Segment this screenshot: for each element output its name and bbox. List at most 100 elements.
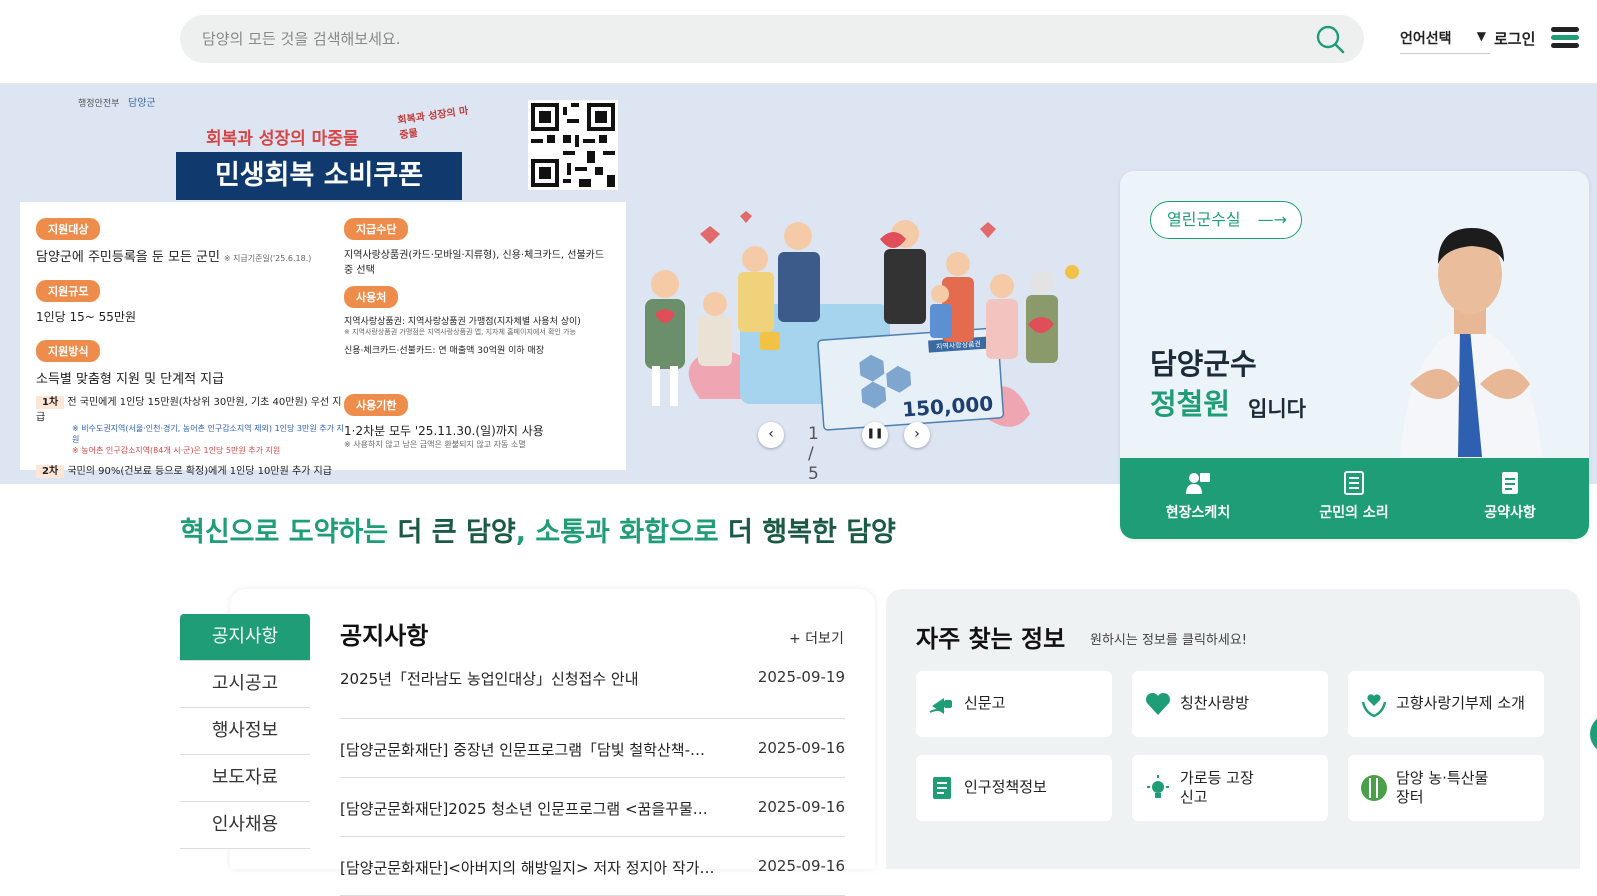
- quick-link-label: 신문고: [964, 694, 1006, 713]
- ministry-logo: 행정안전부: [78, 99, 120, 109]
- round1-text: 전 국민에게 1인당 15만원(차상위 30만원, 기초 40만원) 우선 지급: [36, 397, 342, 423]
- scale-text: 1인당 15~ 55만원: [36, 310, 137, 324]
- slider-pause-button[interactable]: ❚❚: [862, 422, 888, 448]
- tab-notices[interactable]: 공지사항: [180, 614, 310, 661]
- language-select-label: 언어선택: [1400, 31, 1452, 47]
- list-item[interactable]: [담양군문화재단] 중장년 인문프로그램「담빛 철학산책-… 2025-09-16: [340, 719, 845, 778]
- period-text: 1·2차분 모두 '25.11.30.(일)까지 사용: [344, 424, 544, 438]
- target-note: ※ 지급기준일('25.6.18.): [223, 254, 312, 263]
- quick-link-hometown-donation[interactable]: 고향사랑기부제 소개: [1348, 671, 1544, 737]
- poster-slogan: 회복과 성장의 마중물: [206, 129, 359, 149]
- tab-recruitment[interactable]: 인사채용: [180, 802, 310, 849]
- slogan-part4: 더 행복한 담양: [728, 517, 896, 548]
- county-logo: 담양군: [128, 98, 156, 109]
- slogan-part1: 혁신으로 도약하는: [180, 517, 398, 548]
- search-icon[interactable]: [1314, 23, 1346, 55]
- tab-announcements[interactable]: 고시공고: [180, 661, 310, 708]
- chip-scale: 지원규모: [36, 280, 101, 302]
- round2-text: 국민의 90%(건보료 등으로 확정)에게 1인당 10만원 추가 지급: [67, 466, 332, 477]
- chip-means: 지급수단: [344, 218, 409, 240]
- tab-press[interactable]: 보도자료: [180, 755, 310, 802]
- quick-link-praise[interactable]: 칭찬사랑방: [1132, 671, 1328, 737]
- open-mayor-office-link[interactable]: 열린군수실 —→: [1150, 201, 1302, 239]
- list-item[interactable]: 2025년「전라남도 농업인대상」신청접수 안내 2025-09-19: [340, 660, 845, 719]
- quick-link-sinmungo[interactable]: 신문고: [916, 671, 1112, 737]
- notice-item-date: 2025-09-16: [757, 798, 845, 816]
- quick-link-population-policy[interactable]: 인구정책정보: [916, 755, 1112, 821]
- quick-link-label: 고향사랑기부제 소개: [1396, 694, 1525, 713]
- bamboo-icon: [1361, 775, 1387, 801]
- target-text: 담양군에 주민등록을 둔 모든 군민: [36, 250, 220, 265]
- notice-more-link[interactable]: + 더보기: [789, 628, 844, 648]
- mayor-card: 열린군수실 —→ 담양군수 정철원 입니다 현장스케치 군민의 소리 공약사항: [1120, 171, 1589, 539]
- heart-icon: [1145, 692, 1171, 715]
- usage-line1: 지역사랑상품권: 지역사랑상품권 가맹점(지자체별 사용처 상이): [344, 317, 581, 327]
- arrow-right-icon: —→: [1257, 210, 1287, 229]
- chip-target: 지원대상: [36, 218, 101, 240]
- field-sketch-button[interactable]: 현장스케치: [1120, 458, 1276, 539]
- site-header: 언어선택 ▼ 로그인: [0, 0, 1597, 84]
- newspaper-icon: [1344, 471, 1364, 495]
- slider-counter: 1 / 5: [808, 424, 819, 484]
- notice-item-date: 2025-09-16: [757, 739, 845, 757]
- poster-logos: 행정안전부 담양군: [78, 94, 156, 109]
- chip-method: 지원방식: [36, 340, 101, 362]
- slider-next-button[interactable]: ›: [904, 422, 930, 448]
- quick-link-label: 가로등 고장신고: [1180, 768, 1254, 807]
- hamburger-menu-icon[interactable]: [1551, 27, 1579, 51]
- quick-link-label: 담양 농·특산물 장터: [1396, 768, 1489, 807]
- list-item[interactable]: [담양군문화재단]2025 청소년 인문프로그램 <꿈을꾸물… 2025-09-1…: [340, 778, 845, 837]
- frequent-info-title: 자주 찾는 정보: [916, 625, 1066, 653]
- streetlight-icon: [1147, 775, 1169, 798]
- qr-code: [528, 100, 618, 190]
- caret-down-icon: ▼: [1476, 29, 1486, 43]
- quick-link-label: 인구정책정보: [964, 778, 1047, 797]
- means-text: 지역사랑상품권(카드·모바일·지류형), 신용·체크카드, 선불카드 중 선택: [344, 250, 605, 276]
- notice-tabs: 공지사항 고시공고 행사정보 보도자료 인사채용: [180, 614, 310, 849]
- round1-note2: ※ 농어촌 인구감소지역(84개 시·군)은 1인당 5만원 추가 지원: [72, 446, 281, 455]
- notice-item-title: [담양군문화재단]2025 청소년 인문프로그램 <꿈을꾸물…: [340, 800, 708, 818]
- usage-note: ※ 지역사랑상품권 가맹점은 지역사랑상품권 앱, 지자체 홈페이지에서 확인 …: [344, 328, 576, 336]
- mayor-title: 담양군수: [1150, 347, 1257, 381]
- poster-tagline: 회복과 성장의 마중물: [396, 105, 470, 142]
- chip-usage: 사용처: [344, 286, 399, 308]
- login-link[interactable]: 로그인: [1494, 28, 1535, 49]
- field-sketch-label: 현장스케치: [1165, 505, 1231, 521]
- mayor-quick-bar: 현장스케치 군민의 소리 공약사항: [1120, 458, 1589, 539]
- open-mayor-office-label: 열린군수실: [1167, 210, 1241, 229]
- tab-events[interactable]: 행사정보: [180, 708, 310, 755]
- frequent-info-subtitle: 원하시는 정보를 클릭하세요!: [1090, 633, 1247, 648]
- slider-prev-button[interactable]: ‹: [758, 422, 784, 448]
- period-note: ※ 사용하지 않고 남은 금액은 환불되지 않고 자동 소멸: [344, 440, 526, 449]
- round1-note1: ※ 비수도권지역(서울·인천·경기, 농어촌 인구감소지역 제외) 1인당 3만…: [72, 424, 344, 444]
- slogan-part3: , 소통과 화합으로: [515, 517, 729, 548]
- mayor-photo: [1400, 228, 1542, 457]
- slogan-part2: 더 큰 담양: [397, 517, 516, 548]
- frequent-info-panel: 자주 찾는 정보 원하시는 정보를 클릭하세요! 신문고 칭찬사랑방 고향사랑기…: [886, 589, 1580, 869]
- megaphone-hand-icon: [929, 698, 952, 714]
- list-item[interactable]: [담양군문화재단]<아버지의 해방일지> 저자 정지아 작가… 2025-09-1…: [340, 837, 845, 896]
- user-board-icon: [1186, 473, 1210, 494]
- notice-item-date: 2025-09-19: [757, 668, 845, 686]
- quick-link-streetlight-report[interactable]: 가로등 고장신고: [1132, 755, 1328, 821]
- language-select[interactable]: 언어선택 ▼: [1400, 28, 1490, 54]
- pledges-button[interactable]: 공약사항: [1432, 458, 1588, 539]
- search-input[interactable]: [202, 15, 1282, 63]
- citizen-voice-button[interactable]: 군민의 소리: [1276, 458, 1432, 539]
- notice-list: 2025년「전라남도 농업인대상」신청접수 안내 2025-09-19 [담양군문…: [340, 660, 845, 896]
- notice-item-title: [담양군문화재단]<아버지의 해방일지> 저자 정지아 작가…: [340, 859, 715, 877]
- notice-item-date: 2025-09-16: [757, 857, 845, 875]
- notice-item-title: 2025년「전라남도 농업인대상」신청접수 안내: [340, 670, 639, 688]
- voucher-poster[interactable]: 행정안전부 담양군 회복과 성장의 마중물 회복과 성장의 마중물 민생회복 소…: [20, 84, 626, 478]
- round2-tag: 2차: [36, 465, 65, 478]
- quick-link-label: 칭찬사랑방: [1180, 694, 1250, 713]
- search-bar: [180, 15, 1364, 63]
- method-text: 소득별 맞춤형 지원 및 단계적 지급: [36, 372, 225, 387]
- side-floating-tab[interactable]: [1590, 714, 1597, 754]
- quick-link-farm-market[interactable]: 담양 농·특산물 장터: [1348, 755, 1544, 821]
- round1-tag: 1차: [36, 396, 65, 409]
- usage-line2: 신용·체크카드·선불카드: 연 매출액 30억원 이하 매장: [344, 346, 545, 356]
- citizen-voice-label: 군민의 소리: [1319, 505, 1389, 521]
- document-icon: [1502, 472, 1518, 494]
- mayor-suffix: 입니다: [1248, 397, 1306, 421]
